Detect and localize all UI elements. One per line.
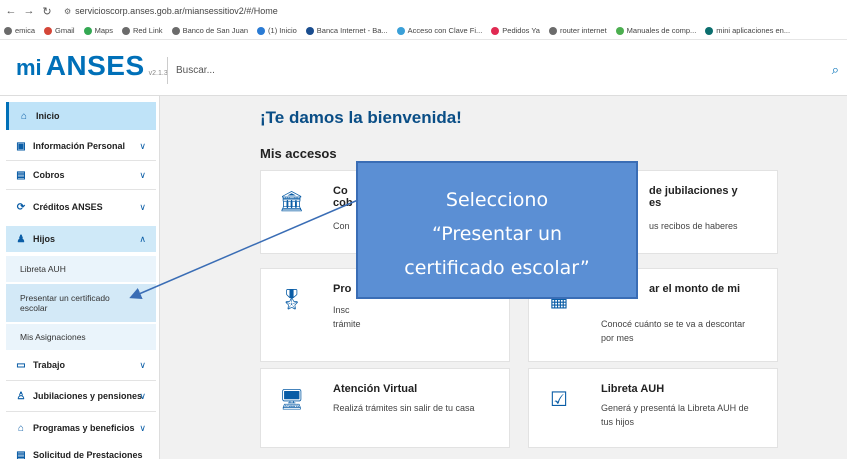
card-description: Con xyxy=(333,221,350,231)
divider xyxy=(6,380,156,381)
id-card-icon: ▣ xyxy=(16,140,26,152)
card-title: Co cob xyxy=(333,185,353,209)
url-field[interactable]: ⚙ servicioscorp.anses.gob.ar/miansessiti… xyxy=(64,6,278,16)
sidebar-item-label: Jubilaciones y pensiones xyxy=(33,391,143,401)
card-title: Pro xyxy=(333,283,352,295)
bookmarks-bar: emica Gmail Maps Red Link Banco de San J… xyxy=(0,22,847,40)
bookmark-item[interactable]: Pedidos Ya xyxy=(491,26,540,35)
app-header: mi ANSES v2.1.3 Buscar... ⌕ xyxy=(0,40,847,96)
chevron-down-icon: ∨ xyxy=(139,201,146,212)
monitor-icon: 🖥 xyxy=(279,389,305,411)
screenshot-root: ← → ↻ ⚙ servicioscorp.anses.gob.ar/mians… xyxy=(0,0,847,459)
sidebar-subitem-libreta-auh[interactable]: Libreta AUH xyxy=(6,256,156,282)
search-placeholder: Buscar... xyxy=(176,65,215,76)
bookmark-item[interactable]: emica xyxy=(4,26,35,35)
forward-icon[interactable]: → xyxy=(22,5,36,17)
card-description: Generá y presentá la Libreta AUH de tus h… xyxy=(601,403,749,427)
divider xyxy=(6,189,156,190)
mi-anses-logo[interactable]: mi ANSES v2.1.3 xyxy=(16,50,168,82)
version-label: v2.1.3 xyxy=(148,70,168,77)
sidebar-item-label: Información Personal xyxy=(33,141,126,151)
family-icon: ♟ xyxy=(16,233,26,245)
card-title: Libreta AUH xyxy=(601,383,665,395)
card-description: Conocé cuánto se te va a descontar por me… xyxy=(601,319,746,343)
sidebar-item-jubilaciones[interactable]: ♙ Jubilaciones y pensiones ∨ xyxy=(6,384,156,408)
chevron-down-icon: ∨ xyxy=(139,169,146,180)
reload-icon[interactable]: ↻ xyxy=(40,5,54,18)
sidebar-item-trabajo[interactable]: ▭ Trabajo ∨ xyxy=(6,353,156,377)
bookmark-item[interactable]: Acceso con Clave Fi... xyxy=(396,26,482,35)
sidebar-subitem-label: Mis Asignaciones xyxy=(20,332,86,342)
chevron-down-icon: ∨ xyxy=(139,140,146,151)
logo-mi: mi xyxy=(16,55,42,80)
accesos-title: Mis accesos xyxy=(260,146,337,161)
sidebar-item-label: Créditos ANSES xyxy=(33,202,103,212)
document-icon: ▤ xyxy=(16,449,26,459)
welcome-title: ¡Te damos la bienvenida! xyxy=(260,108,462,127)
url-text[interactable]: servicioscorp.anses.gob.ar/miansessitiov… xyxy=(75,6,278,16)
sidebar-item-label: Trabajo xyxy=(33,360,66,370)
money-icon: ▤ xyxy=(16,169,26,181)
bookmark-item[interactable]: Maps xyxy=(83,26,113,35)
certificate-icon: 🎖 xyxy=(279,289,305,311)
briefcase-icon: ▭ xyxy=(16,359,26,371)
bookmark-item[interactable]: Red Link xyxy=(121,26,163,35)
card-title: de jubilaciones y es xyxy=(649,185,738,209)
chevron-down-icon: ∨ xyxy=(139,390,146,401)
site-info-icon[interactable]: ⚙ xyxy=(64,7,71,16)
chevron-up-icon: ∧ xyxy=(139,233,146,244)
sidebar-item-inicio[interactable]: ⌂ Inicio xyxy=(6,102,156,130)
bookmark-item[interactable]: Banco de San Juan xyxy=(171,26,248,35)
home-icon: ⌂ xyxy=(20,110,28,122)
sidebar-item-creditos[interactable]: ⟳ Créditos ANSES ∨ xyxy=(6,195,156,219)
couple-icon: ♙ xyxy=(16,390,26,402)
sidebar: ⌂ Inicio ▣ Información Personal ∨ ▤ Cobr… xyxy=(0,96,160,459)
sidebar-item-label: Inicio xyxy=(36,111,60,121)
logo-anses: ANSES xyxy=(45,50,145,81)
bookmark-item[interactable]: (1) Inicio xyxy=(257,26,297,35)
sidebar-item-label: Hijos xyxy=(33,234,56,244)
bookmark-item[interactable]: Manuales de comp... xyxy=(615,26,696,35)
card-title: ar el monto de mi xyxy=(649,283,741,295)
sidebar-item-informacion-personal[interactable]: ▣ Información Personal ∨ xyxy=(6,134,156,158)
bookmark-item[interactable]: router internet xyxy=(548,26,607,35)
sidebar-item-label: Cobros xyxy=(33,170,65,180)
sidebar-subitem-mis-asignaciones[interactable]: Mis Asignaciones xyxy=(6,324,156,350)
card-title: Atención Virtual xyxy=(333,383,418,395)
access-card-libreta-auh[interactable]: ☑ Libreta AUH Generá y presentá la Libre… xyxy=(528,368,778,448)
bookmark-item[interactable]: Banca Internet - Ba... xyxy=(305,26,388,35)
sidebar-subitem-label: Libreta AUH xyxy=(20,264,66,274)
card-description: us recibos de haberes xyxy=(649,221,738,231)
sidebar-item-label: Solicitud de Prestaciones xyxy=(33,450,143,459)
sidebar-item-programas[interactable]: ⌂ Programas y beneficios ∨ xyxy=(6,416,156,440)
access-card-atencion-virtual[interactable]: 🖥 Atención Virtual Realizá trámites sin … xyxy=(260,368,510,448)
building-icon: ⌂ xyxy=(17,422,25,434)
refresh-money-icon: ⟳ xyxy=(16,201,26,213)
browser-address-bar: ← → ↻ ⚙ servicioscorp.anses.gob.ar/mians… xyxy=(0,0,847,22)
bookmark-item[interactable]: Gmail xyxy=(44,26,75,35)
sidebar-item-hijos[interactable]: ♟ Hijos ∧ xyxy=(6,226,156,252)
card-description: Insc trámite xyxy=(333,305,361,329)
search-icon[interactable]: ⌕ xyxy=(832,62,839,78)
chevron-down-icon: ∨ xyxy=(139,359,146,370)
card-description: Realizá trámites sin salir de tu casa xyxy=(333,403,475,413)
callout-line: Selecciono xyxy=(445,189,549,211)
bank-icon: 🏛 xyxy=(279,191,305,213)
sidebar-item-label: Programas y beneficios xyxy=(33,423,135,433)
divider xyxy=(6,160,156,161)
card-check-icon: ☑ xyxy=(550,389,568,411)
divider xyxy=(6,411,156,412)
back-icon[interactable]: ← xyxy=(4,5,18,17)
chevron-down-icon: ∨ xyxy=(139,422,146,433)
callout-line: certificado escolar” xyxy=(404,257,590,279)
sidebar-item-cobros[interactable]: ▤ Cobros ∨ xyxy=(6,163,156,187)
search-input[interactable]: Buscar... ⌕ xyxy=(167,57,847,84)
sidebar-item-solicitud[interactable]: ▤ Solicitud de Prestaciones xyxy=(6,446,156,459)
sidebar-subitem-presentar-certificado[interactable]: Presentar un certificado escolar xyxy=(6,284,156,322)
instruction-callout: Selecciono “Presentar un certificado esc… xyxy=(356,161,638,299)
callout-line: “Presentar un xyxy=(431,223,563,245)
bookmark-item[interactable]: mini aplicaciones en... xyxy=(705,26,790,35)
sidebar-subitem-label: Presentar un certificado escolar xyxy=(20,293,110,313)
